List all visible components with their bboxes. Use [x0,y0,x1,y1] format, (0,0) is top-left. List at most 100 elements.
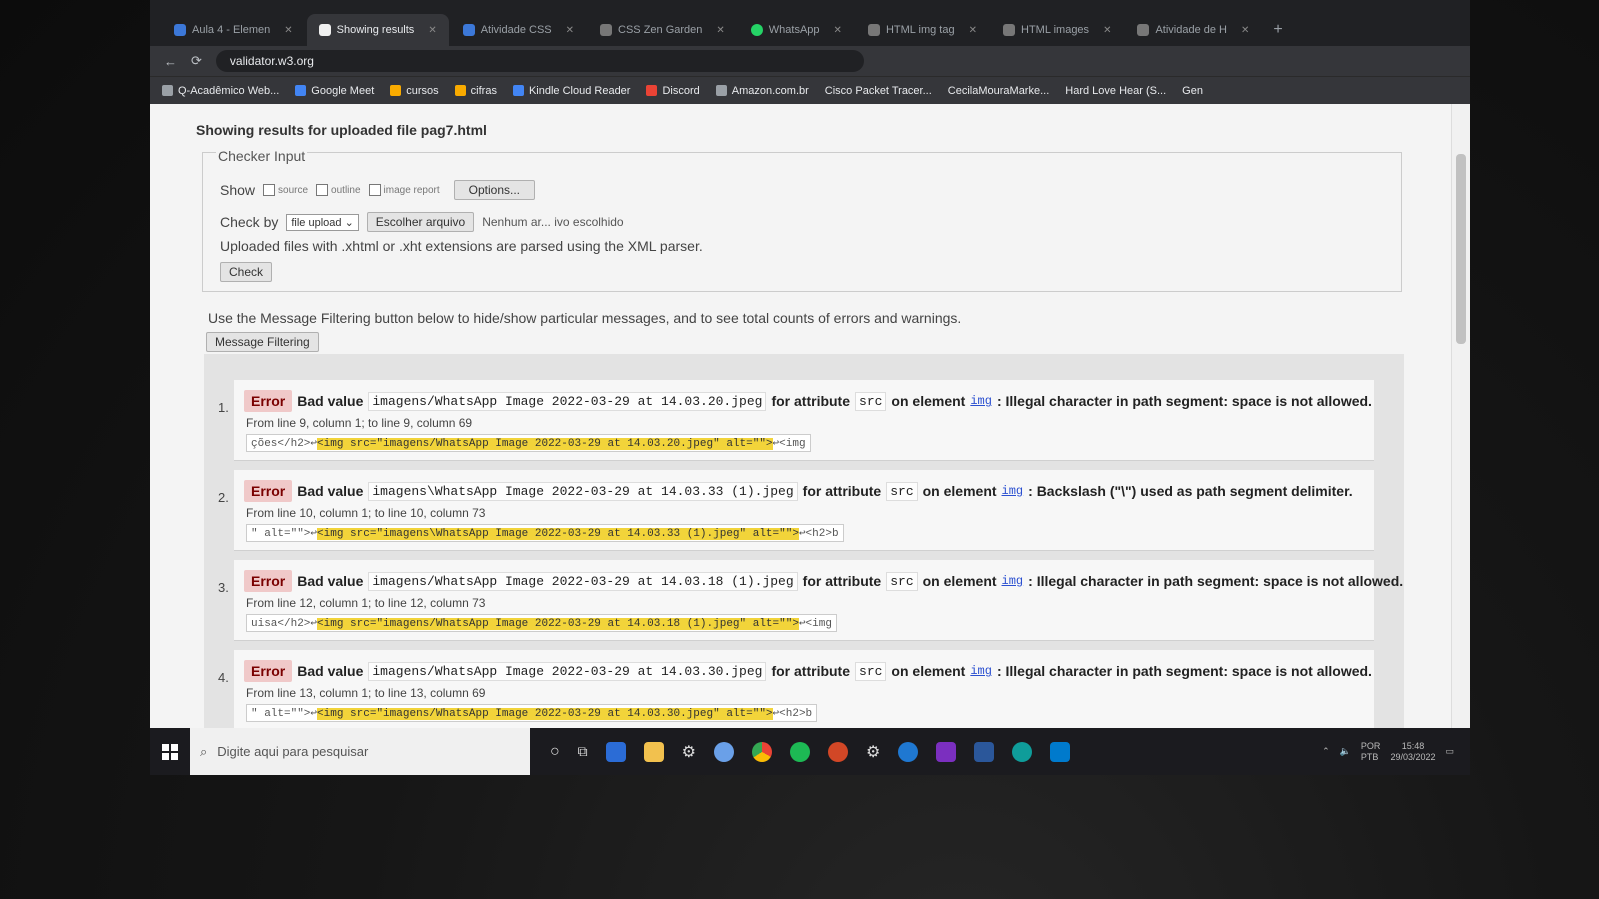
chevron-up-icon[interactable]: ⌃ [1322,746,1330,757]
extract-before: ções</h2>↩ [251,438,318,450]
bookmark-cursos[interactable]: cursos [390,85,439,97]
bookmark-label: cifras [470,84,497,97]
cortana-icon[interactable]: ○ [550,743,560,761]
image-report-checkbox[interactable]: image report [368,184,440,196]
language-indicator[interactable]: POR PTB [1361,741,1381,763]
tab-atividade-css[interactable]: Atividade CSS ✕ [451,14,586,46]
element-link[interactable]: img [1002,484,1024,498]
tab-label: HTML img tag [885,24,955,36]
discord-icon [646,85,658,96]
error-description: : Illegal character in path segment: spa… [996,393,1372,409]
task-view-icon[interactable]: ⧉ [578,743,588,760]
tab-html-img-tag[interactable]: HTML img tag ✕ [856,14,989,46]
list-item: 3. Error Bad value imagens/WhatsApp Imag… [218,560,1403,641]
tab-atividade-h[interactable]: Atividade de H ✕ [1125,14,1261,46]
close-icon[interactable]: ✕ [834,25,842,36]
extract-highlight: <img src="imagens/WhatsApp Image 2022-03… [317,618,799,630]
message-line: Error Bad value imagens/WhatsApp Image 2… [244,570,1403,592]
error-badge: Error [244,660,293,682]
bookmark-hard-love[interactable]: Hard Love Hear (S... [1065,85,1166,97]
vscode-icon[interactable] [1050,741,1071,762]
publisher-icon[interactable] [936,741,957,762]
gear-icon[interactable]: ⚙ [866,742,880,762]
taskbar: ⌕ Digite aqui para pesquisar ○ ⧉ ⚙ ⚙ ⌃ 🔈… [150,728,1470,775]
options-button[interactable]: Options... [453,180,536,200]
tab-label: WhatsApp [768,24,820,36]
bookmark-cecila[interactable]: CecilaMouraMarke... [948,85,1049,97]
blue-square-icon [174,24,186,36]
vertical-scrollbar[interactable] [1451,104,1470,728]
close-icon[interactable]: ✕ [969,25,977,36]
checkbox-label: source [278,184,309,196]
file-explorer-icon[interactable] [643,741,664,762]
element-link[interactable]: img [1002,574,1024,588]
outline-checkbox[interactable]: outline [316,184,361,196]
reload-icon[interactable]: ⟳ [191,53,202,69]
message-number: 3. [218,580,229,595]
bookmark-cisco[interactable]: Cisco Packet Tracer... [825,85,932,97]
edge-icon[interactable] [1012,741,1033,762]
bookmark-discord[interactable]: Discord [646,85,700,97]
taskbar-search[interactable]: ⌕ Digite aqui para pesquisar [190,728,530,775]
check-by-select[interactable]: file upload ⌄ [286,213,359,231]
word-icon[interactable] [974,741,995,762]
bookmark-amazon[interactable]: Amazon.com.br [715,85,809,97]
source-checkbox[interactable]: source [263,184,308,196]
tab-aula[interactable]: Aula 4 - Elemen ✕ [162,14,305,46]
clock[interactable]: 15:48 29/03/2022 [1390,741,1435,763]
bookmark-cifras[interactable]: cifras [454,84,497,97]
chrome-icon[interactable] [752,741,773,762]
attribute-code: src [855,661,887,681]
error-location: From line 9, column 1; to line 9, column… [246,416,473,430]
list-item: 2. Error Bad value imagens\WhatsApp Imag… [218,470,1374,551]
teams-icon[interactable] [898,741,919,762]
settings-gear-icon[interactable]: ⚙ [682,742,696,762]
message-list: 1. Error Bad value imagens/WhatsApp Imag… [204,354,1404,728]
url-field[interactable]: validator.w3.org [215,50,864,72]
close-icon[interactable]: ✕ [716,25,724,36]
powerpoint-icon[interactable] [828,741,849,762]
start-button[interactable] [150,743,190,760]
app-icon[interactable] [714,741,735,762]
tab-whatsapp[interactable]: WhatsApp ✕ [739,14,854,46]
filter-note: Use the Message Filtering button below t… [208,310,962,326]
kindle-icon [512,85,524,96]
choose-file-button[interactable]: Escolher arquivo [366,212,475,232]
element-link[interactable]: img [970,664,992,678]
error-location: From line 12, column 1; to line 12, colu… [246,596,486,610]
bookmark-gen[interactable]: Gen [1182,85,1203,97]
tab-showing-results[interactable]: Showing results ✕ [306,14,449,46]
scrollbar-thumb[interactable] [1456,154,1466,344]
close-icon[interactable]: ✕ [1103,25,1111,36]
for-attribute-label: for attribute [802,483,882,499]
source-extract: " alt="">↩<img src="imagens\WhatsApp Ima… [246,524,844,542]
element-link[interactable]: img [970,394,992,408]
amazon-icon [715,85,727,96]
extract-before: " alt="">↩ [251,708,318,720]
back-icon[interactable]: ← [164,54,177,69]
close-icon[interactable]: ✕ [1241,25,1249,36]
tab-label: Showing results [336,24,415,36]
store-icon[interactable] [605,741,626,762]
bookmark-q-academico[interactable]: Q-Acadêmico Web... [162,85,279,97]
notifications-icon[interactable]: ▭ [1445,746,1454,757]
bookmark-label: Hard Love Hear (S... [1065,84,1167,97]
bookmark-kindle[interactable]: Kindle Cloud Reader [512,84,631,97]
tab-css-zen-garden[interactable]: CSS Zen Garden ✕ [588,14,737,46]
new-tab-icon[interactable]: + [1263,14,1292,46]
close-icon[interactable]: ✕ [566,25,574,36]
close-icon[interactable]: ✕ [428,25,436,36]
tab-html-images[interactable]: HTML images ✕ [991,14,1123,46]
close-icon[interactable]: ✕ [284,25,292,36]
bad-value-label: Bad value [297,663,364,679]
blue-square-icon [462,24,475,36]
bookmark-google-meet[interactable]: Google Meet [295,85,374,97]
spotify-icon[interactable] [790,741,811,762]
error-description: : Illegal character in path segment: spa… [996,663,1372,679]
check-button[interactable]: Check [220,262,273,282]
bookmark-label: Kindle Cloud Reader [528,84,631,97]
volume-icon[interactable]: 🔈 [1340,746,1351,757]
extract-before: " alt="">↩ [251,528,318,540]
message-filtering-button[interactable]: Message Filtering [206,332,319,352]
language-code: POR [1360,740,1381,751]
